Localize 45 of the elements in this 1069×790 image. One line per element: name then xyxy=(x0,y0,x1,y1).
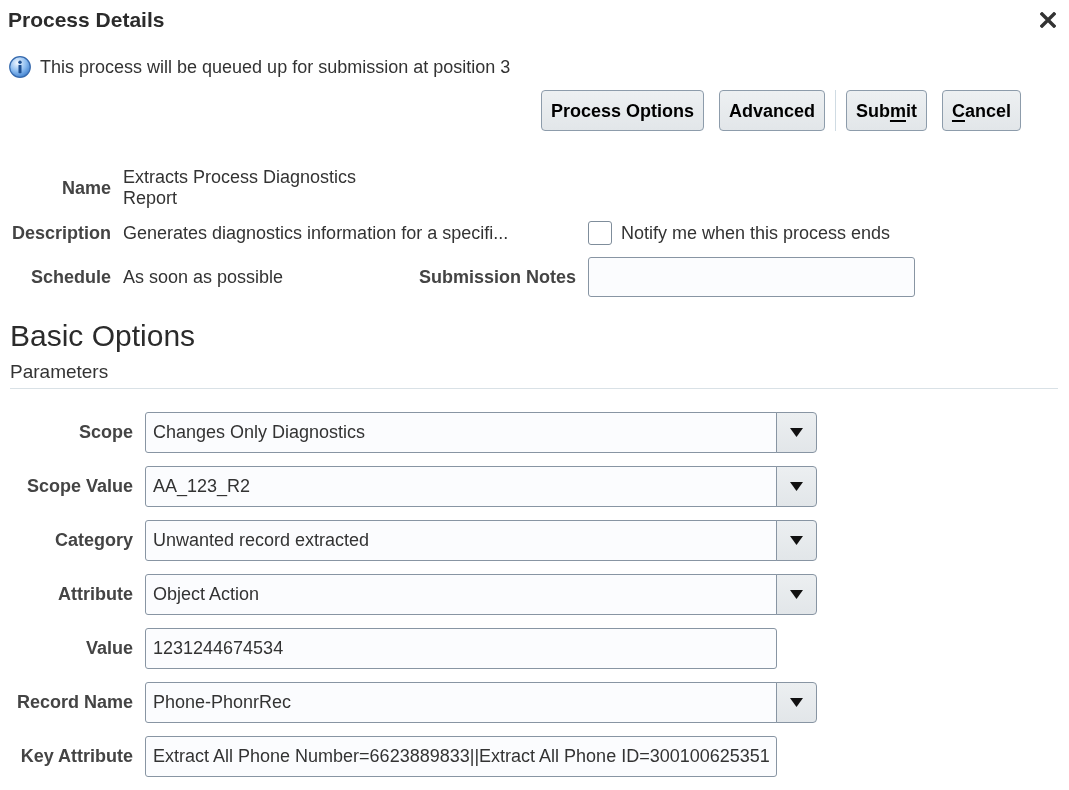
dialog-title: Process Details xyxy=(8,8,165,32)
subsection-title: Parameters xyxy=(10,360,109,384)
dropdown-field[interactable]: Changes Only Diagnostics xyxy=(145,412,777,453)
input-field[interactable] xyxy=(588,257,915,297)
input-field[interactable]: 1231244674534 xyxy=(145,628,777,669)
field-label: Submission Notes xyxy=(418,266,576,288)
field-label: Value xyxy=(85,638,133,658)
caret-icon xyxy=(790,536,803,545)
dropdown-button[interactable] xyxy=(776,574,817,615)
field-label: Key Attribute xyxy=(20,746,133,766)
field-label: Attribute xyxy=(58,584,133,604)
field-value: Extracts Process Diagnostics Report xyxy=(123,167,358,209)
field-label: Category xyxy=(54,530,133,550)
dropdown-field[interactable]: Phone-PhonrRec xyxy=(145,682,777,723)
caret-icon xyxy=(790,590,803,599)
dropdown-button[interactable] xyxy=(776,682,817,723)
field-label: Schedule xyxy=(30,266,111,288)
info-icon xyxy=(9,56,31,78)
caret-icon xyxy=(790,428,803,437)
caret-icon xyxy=(790,482,803,491)
dropdown-field[interactable]: AA_123_R2 xyxy=(145,466,777,507)
dropdown-field[interactable]: Object Action xyxy=(145,574,777,615)
dropdown-button[interactable] xyxy=(776,466,817,507)
action-button[interactable]: Process Options xyxy=(540,90,704,131)
caret-icon xyxy=(790,698,803,707)
field-label: Scope Value xyxy=(26,476,133,496)
dropdown-field[interactable]: Unwanted record extracted xyxy=(145,520,777,561)
info-message: This process will be queued up for submission at position 3 xyxy=(40,56,511,78)
field-label: Scope xyxy=(78,422,133,442)
field-value: As soon as possible xyxy=(123,266,284,288)
field-label: Record Name xyxy=(16,692,133,712)
field-value: Generates diagnostics information for a specifi... xyxy=(123,222,509,244)
action-button[interactable]: Advanced xyxy=(718,90,825,131)
checkbox-label: Notify me when this process ends xyxy=(621,222,891,244)
dropdown-button[interactable] xyxy=(776,520,817,561)
checkbox[interactable] xyxy=(588,221,612,245)
dropdown-button[interactable] xyxy=(776,412,817,453)
field-label: Name xyxy=(61,177,111,199)
field-label: Description xyxy=(11,222,111,244)
section-title: Basic Options xyxy=(10,319,196,353)
close-icon xyxy=(1040,12,1056,28)
input-field[interactable]: Extract All Phone Number=6623889833||Extract All Phone ID=300100625351 xyxy=(145,736,777,777)
action-button[interactable]: Cancel xyxy=(941,90,1021,131)
action-button[interactable]: Submit xyxy=(845,90,927,131)
close-button[interactable] xyxy=(1040,12,1056,28)
